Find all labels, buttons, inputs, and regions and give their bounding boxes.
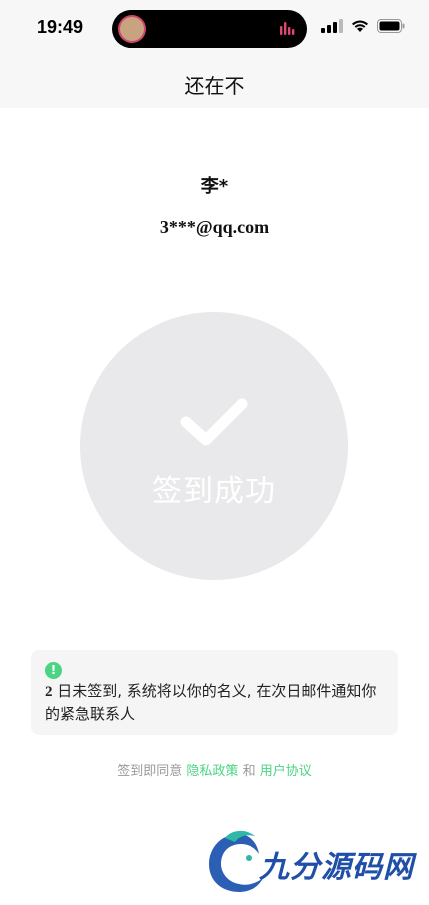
nav-bar: 还在不 (0, 56, 429, 108)
agreement-prefix: 签到即同意 (117, 764, 183, 779)
notice-message: 日未签到, 系统将以你的名义, 在次日邮件通知你的紧急联系人 (45, 682, 377, 723)
watermark-text: 九分源码网 (259, 850, 414, 885)
island-avatar (120, 17, 144, 41)
audio-wave-icon (280, 22, 295, 35)
checkmark-icon (180, 398, 248, 446)
user-agreement-link[interactable]: 用户协议 (260, 764, 312, 779)
notice-days: 2 (45, 684, 53, 700)
battery-icon (377, 19, 405, 33)
cellular-signal-icon (321, 19, 343, 33)
privacy-policy-link[interactable]: 隐私政策 (186, 764, 238, 779)
dynamic-island[interactable] (112, 10, 307, 48)
status-icons (321, 19, 405, 33)
checkin-status-label: 签到成功 (152, 474, 276, 509)
status-time: 19:49 (37, 17, 84, 37)
notice-card: ! 2 日未签到, 系统将以你的名义, 在次日邮件通知你的紧急联系人 (31, 650, 398, 735)
info-icon: ! (45, 662, 62, 679)
page-title: 还在不 (184, 74, 245, 98)
notice-text: 2 日未签到, 系统将以你的名义, 在次日邮件通知你的紧急联系人 (45, 680, 390, 725)
agreement-line: 签到即同意 隐私政策 和 用户协议 (0, 760, 429, 779)
checkin-button[interactable]: 签到成功 (80, 312, 348, 580)
wifi-icon (352, 20, 368, 32)
watermark-logo-icon (209, 830, 263, 892)
user-email: 3***@qq.com (159, 217, 270, 237)
user-name: 李* (200, 176, 229, 197)
watermark: 九分源码网 (205, 828, 420, 898)
agreement-and: 和 (242, 764, 256, 779)
status-bar: 19:49 (0, 0, 429, 56)
